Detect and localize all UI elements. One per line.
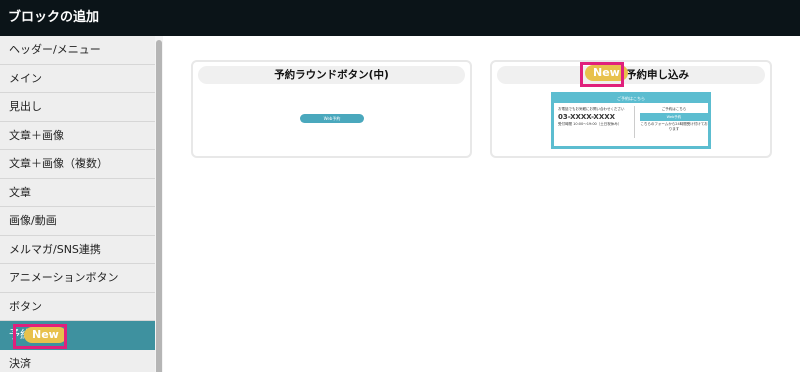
category-list: ヘッダー/メニュー メイン 見出し 文章＋画像 文章＋画像（複数） 文章 画像/… <box>0 36 155 372</box>
sidebar-item-label: アニメーションボタン <box>9 271 119 284</box>
sidebar-item-label: メルマガ/SNS連携 <box>9 242 101 256</box>
sidebar-item-newsletter-sns[interactable]: メルマガ/SNS連携 <box>0 236 155 264</box>
card-title: 予約申し込み <box>497 66 765 84</box>
card-title: 予約ラウンドボタン(中) <box>198 66 465 84</box>
preview-web-note: こちらのフォームから24時間受け付けております <box>640 122 708 131</box>
sidebar-item-label: 文章 <box>9 185 31 199</box>
sidebar-item-heading[interactable]: 見出し <box>0 93 155 122</box>
preview-web-section: ご予約はこちら Web予約 こちらのフォームから24時間受け付けております <box>640 107 708 132</box>
preview-divider <box>634 106 635 138</box>
sidebar-item-main[interactable]: メイン <box>0 65 155 93</box>
sidebar-item-text-image-multiple[interactable]: 文章＋画像（複数） <box>0 150 155 179</box>
sidebar-item-text[interactable]: 文章 <box>0 179 155 207</box>
preview-reservation-form: ご予約はこちら お電話でもお気軽にお問い合わせください 03-XXXX-XXXX… <box>551 92 711 149</box>
sidebar-item-text-image[interactable]: 文章＋画像 <box>0 122 155 150</box>
scroll-thumb[interactable] <box>156 40 162 372</box>
sidebar-item-header-menu[interactable]: ヘッダー/メニュー <box>0 36 155 65</box>
dialog-title: ブロックの追加 <box>0 0 800 36</box>
sidebar-item-payment[interactable]: 決済 <box>0 350 155 372</box>
sidebar-item-label: 画像/動画 <box>9 214 57 227</box>
sidebar-item-image-video[interactable]: 画像/動画 <box>0 207 155 236</box>
sidebar-item-label: 決済 <box>9 356 31 370</box>
highlight-box <box>13 324 67 349</box>
preview-header: ご予約はこちら <box>554 95 708 103</box>
preview-web-title: ご予約はこちら <box>661 107 687 111</box>
sidebar-item-label: 見出し <box>9 100 42 113</box>
preview-phone-section: お電話でもお気軽にお問い合わせください 03-XXXX-XXXX 受付時間 10… <box>558 107 630 127</box>
preview-phone-number: 03-XXXX-XXXX <box>558 113 616 121</box>
preview-hours: 受付時間 10:00〜19:00（土日祝休み） <box>558 122 622 126</box>
sidebar-item-animation-button[interactable]: アニメーションボタン <box>0 264 155 293</box>
sidebar-item-button[interactable]: ボタン <box>0 293 155 321</box>
sidebar-item-label: 文章＋画像（複数） <box>9 157 108 170</box>
preview-round-button: Web予約 <box>300 114 364 123</box>
sidebar-item-label: 文章＋画像 <box>9 128 64 142</box>
preview-web-button: Web予約 <box>640 113 708 121</box>
sidebar-item-label: ボタン <box>9 299 42 313</box>
block-card-reservation-round-button[interactable]: 予約ラウンドボタン(中) Web予約 <box>191 60 472 158</box>
sidebar-item-label: メイン <box>9 71 42 85</box>
sidebar-item-reservation[interactable]: 予約 New <box>0 321 155 350</box>
sidebar-item-label: ヘッダー/メニュー <box>9 43 101 56</box>
highlight-box <box>580 62 624 87</box>
block-category-sidebar: ヘッダー/メニュー メイン 見出し 文章＋画像 文章＋画像（複数） 文章 画像/… <box>0 36 163 372</box>
block-card-reservation-form[interactable]: 予約申し込み New ご予約はこちら お電話でもお気軽にお問い合わせください 0… <box>490 60 772 158</box>
sidebar-scrollbar[interactable] <box>155 36 163 372</box>
